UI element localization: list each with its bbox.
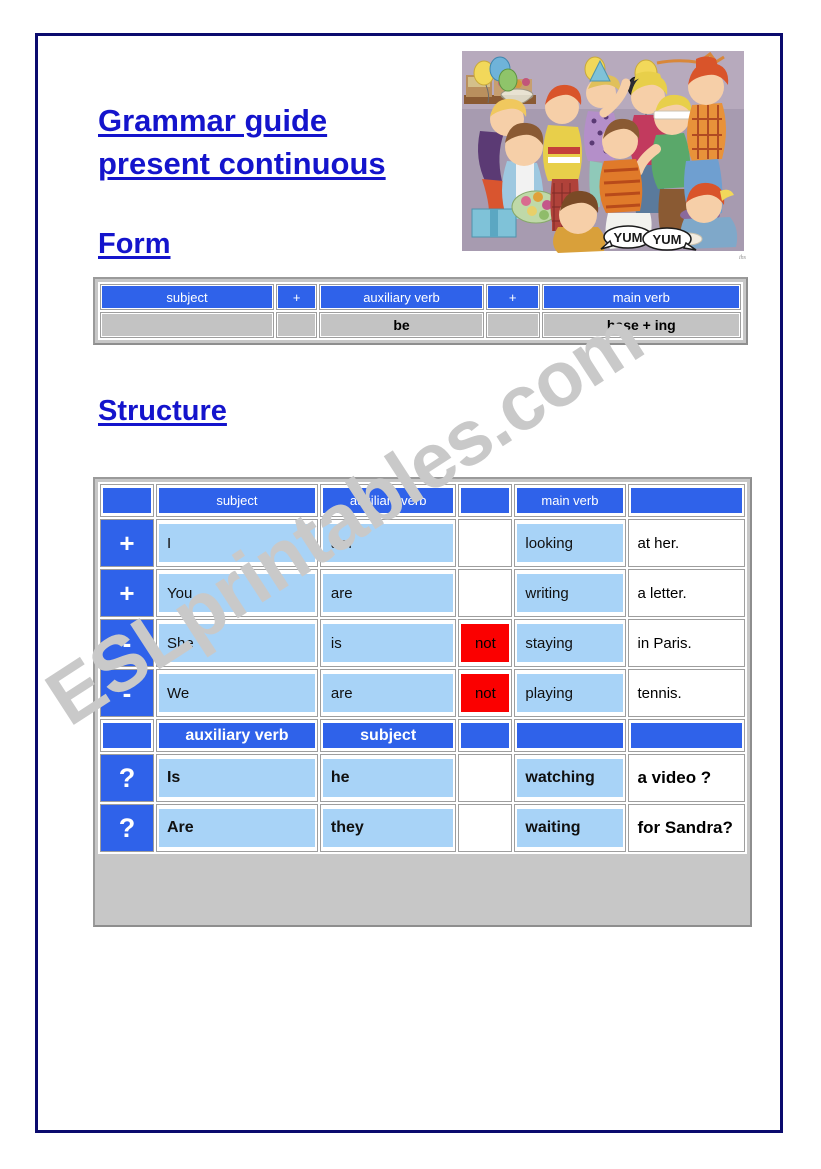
structure-question-row: ? Is he watching a video ? (100, 754, 745, 802)
page-title-line2: present continuous (98, 146, 386, 181)
svg-text:YUM: YUM (653, 232, 682, 247)
question-header-cell-symbol (100, 719, 154, 752)
page-title-line1: Grammar guide (98, 103, 328, 138)
row-rest-cell: a video ? (627, 754, 745, 802)
row-auxiliary-cell: Are (155, 804, 318, 852)
minus-icon: - (101, 620, 153, 666)
form-header-cell-main-verb: main verb (541, 284, 741, 310)
row-auxiliary-cell: Is (155, 754, 318, 802)
row-main-verb-cell: writing (514, 569, 626, 617)
structure-header-cell-subject: subject (155, 484, 318, 517)
row-main-verb-cell: waiting (514, 804, 626, 852)
row-symbol-cell: - (100, 619, 154, 667)
form-header-cell-plus-2: + (485, 284, 540, 310)
row-symbol-cell: + (100, 519, 154, 567)
structure-header-cell-main-verb: main verb (514, 484, 626, 517)
form-value-cell-base-ing: base + ing (541, 312, 741, 338)
row-not-cell: not (458, 619, 513, 667)
row-symbol-cell: + (100, 569, 154, 617)
row-main-verb-cell: watching (514, 754, 626, 802)
question-header-cell-not (458, 719, 513, 752)
question-header-cell-auxiliary: auxiliary verb (155, 719, 318, 752)
form-value-cell-plus-1 (276, 312, 318, 338)
row-not-cell (458, 754, 513, 802)
form-value-cell-plus-2 (485, 312, 540, 338)
row-rest-cell: for Sandra? (627, 804, 745, 852)
structure-row: - We are not playing tennis. (100, 669, 745, 717)
structure-question-row: ? Are they waiting for Sandra? (100, 804, 745, 852)
form-header-cell-plus-1: + (276, 284, 318, 310)
structure-header-cell-not (458, 484, 513, 517)
row-subject-cell: You (155, 569, 318, 617)
row-subject-cell: I (155, 519, 318, 567)
row-subject-cell: She (155, 619, 318, 667)
row-rest-cell: tennis. (627, 669, 745, 717)
row-auxiliary-cell: is (319, 619, 457, 667)
row-auxiliary-cell: am (319, 519, 457, 567)
row-not-cell: not (458, 669, 513, 717)
row-subject-cell: We (155, 669, 318, 717)
form-header-cell-subject: subject (100, 284, 275, 310)
row-rest-cell: at her. (627, 519, 745, 567)
question-header-cell-subject: subject (319, 719, 457, 752)
svg-text:YUM: YUM (614, 230, 643, 245)
plus-icon: + (101, 520, 153, 566)
row-subject-cell: he (319, 754, 457, 802)
row-not-cell (458, 804, 513, 852)
row-main-verb-cell: staying (514, 619, 626, 667)
row-rest-cell: in Paris. (627, 619, 745, 667)
form-table-value-row: be base + ing (100, 312, 741, 338)
structure-header-cell-rest (627, 484, 745, 517)
row-symbol-cell: ? (100, 804, 154, 852)
structure-header-row-question: auxiliary verb subject (100, 719, 745, 752)
party-illustration: YUM YUM ihs (452, 43, 752, 263)
section-heading-structure: Structure (98, 395, 227, 427)
minus-icon: - (101, 670, 153, 716)
row-auxiliary-cell: are (319, 669, 457, 717)
row-subject-cell: they (319, 804, 457, 852)
question-header-cell-main-verb (514, 719, 626, 752)
structure-row: - She is not staying in Paris. (100, 619, 745, 667)
negation-badge: not (461, 674, 510, 712)
row-not-cell (458, 519, 513, 567)
negation-badge: not (461, 624, 510, 662)
row-auxiliary-cell: are (319, 569, 457, 617)
form-value-cell-be: be (319, 312, 484, 338)
illustration-credit: ihs (738, 255, 746, 261)
structure-table: subject auxiliary verb main verb + I am … (93, 477, 752, 927)
form-value-cell-subject (100, 312, 275, 338)
question-mark-icon: ? (101, 755, 153, 801)
row-not-cell (458, 569, 513, 617)
plus-icon: + (101, 570, 153, 616)
form-header-cell-auxiliary-verb: auxiliary verb (319, 284, 484, 310)
row-symbol-cell: ? (100, 754, 154, 802)
form-table-header-row: subject + auxiliary verb + main verb (100, 284, 741, 310)
question-header-cell-rest (627, 719, 745, 752)
row-main-verb-cell: playing (514, 669, 626, 717)
row-rest-cell: a letter. (627, 569, 745, 617)
row-symbol-cell: - (100, 669, 154, 717)
structure-header-cell-symbol (100, 484, 154, 517)
question-mark-icon: ? (101, 805, 153, 851)
form-table: subject + auxiliary verb + main verb be … (93, 277, 748, 345)
section-heading-form: Form (98, 228, 171, 260)
structure-header-cell-auxiliary: auxiliary verb (319, 484, 457, 517)
row-main-verb-cell: looking (514, 519, 626, 567)
structure-row: + I am looking at her. (100, 519, 745, 567)
structure-row: + You are writing a letter. (100, 569, 745, 617)
structure-header-row-affirmative: subject auxiliary verb main verb (100, 484, 745, 517)
